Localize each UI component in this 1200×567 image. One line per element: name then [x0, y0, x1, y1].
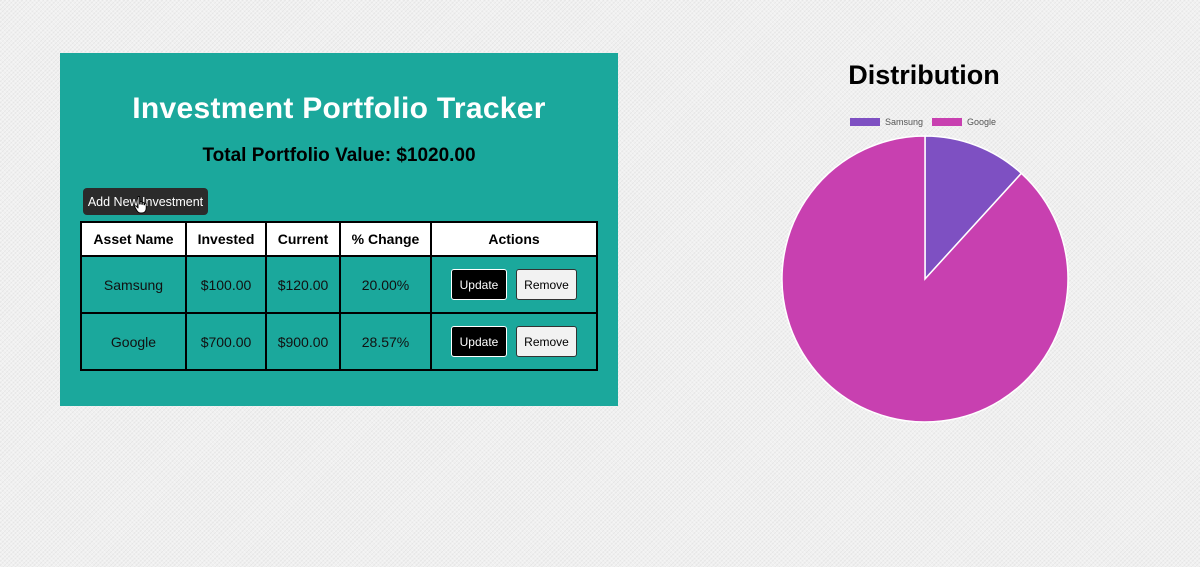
legend-swatch-samsung [850, 118, 880, 126]
app-title: Investment Portfolio Tracker [132, 92, 546, 125]
remove-button[interactable]: Remove [516, 326, 577, 357]
legend-item-samsung[interactable]: Samsung [850, 117, 923, 127]
hand-pointer-icon [134, 196, 147, 214]
change-cell: 28.57% [339, 312, 432, 371]
current-cell: $900.00 [265, 312, 341, 371]
legend-label-samsung: Samsung [885, 117, 924, 127]
table-row: Google $700.00 $900.00 28.57% Update Remo… [80, 312, 598, 371]
chart-title: Distribution [848, 60, 1000, 90]
update-button[interactable]: Update [451, 326, 507, 357]
table-header-row: Asset Name Invested Current % Change Act… [80, 221, 598, 257]
pie-slices [781, 135, 1069, 423]
remove-button[interactable]: Remove [516, 269, 577, 300]
total-portfolio-value: Total Portfolio Value: $1020.00 [202, 145, 476, 166]
header-asset-name: Asset Name [80, 221, 187, 257]
update-button[interactable]: Update [451, 269, 507, 300]
invested-cell: $100.00 [185, 255, 267, 314]
legend-swatch-google [932, 118, 963, 126]
current-cell: $120.00 [265, 255, 341, 314]
header-change: % Change [339, 221, 432, 257]
invested-cell: $700.00 [185, 312, 267, 371]
header-actions: Actions [430, 221, 598, 257]
asset-name-cell: Google [80, 312, 187, 371]
header-invested: Invested [185, 221, 267, 257]
distribution-pie-chart [781, 135, 1069, 423]
chart-legend: Samsung Google [850, 117, 1005, 127]
investments-table: Asset Name Invested Current % Change Act… [80, 221, 598, 371]
asset-name-cell: Samsung [80, 255, 187, 314]
actions-cell: Update Remove [430, 255, 598, 314]
change-cell: 20.00% [339, 255, 432, 314]
table-row: Samsung $100.00 $120.00 20.00% Update Rem… [80, 255, 598, 314]
pie-slice-google[interactable] [781, 135, 1069, 423]
legend-label-google: Google [967, 117, 997, 127]
header-current: Current [265, 221, 341, 257]
legend-item-google[interactable]: Google [932, 117, 996, 127]
actions-cell: Update Remove [430, 312, 598, 371]
